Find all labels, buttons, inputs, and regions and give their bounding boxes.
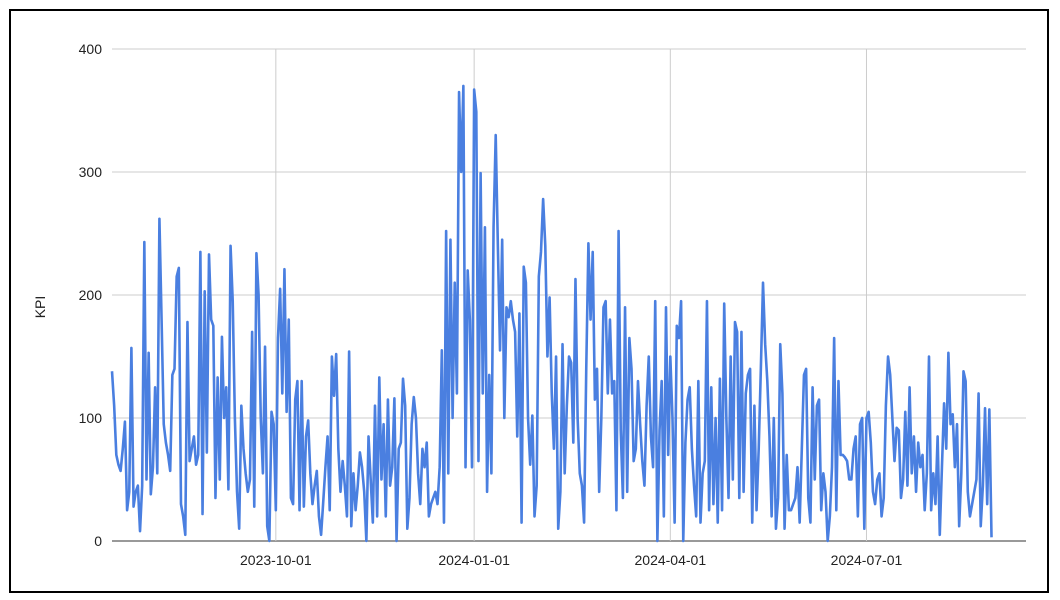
chart-frame: 0 100 200 300 400 2023-10-01 2024-01-01 2024-0… — [9, 9, 1049, 593]
y-tick-label: 0 — [94, 533, 102, 549]
line-chart: 0 100 200 300 400 2023-10-01 2024-01-01 2024-0… — [32, 41, 1026, 568]
y-tick-label: 400 — [79, 41, 103, 57]
x-axis-ticks: 2023-10-01 2024-01-01 2024-04-01 2024-07-01 — [240, 552, 902, 568]
y-tick-label: 300 — [79, 164, 103, 180]
y-tick-label: 100 — [79, 410, 103, 426]
series-layer — [110, 84, 993, 543]
series-line — [110, 84, 993, 543]
x-tick-label: 2024-07-01 — [831, 552, 903, 568]
x-tick-label: 2023-10-01 — [240, 552, 312, 568]
y-axis-title: KPI — [32, 296, 48, 319]
y-tick-label: 200 — [79, 287, 103, 303]
x-tick-label: 2024-01-01 — [438, 552, 510, 568]
y-axis-ticks: 0 100 200 300 400 — [79, 41, 103, 549]
x-tick-label: 2024-04-01 — [635, 552, 707, 568]
